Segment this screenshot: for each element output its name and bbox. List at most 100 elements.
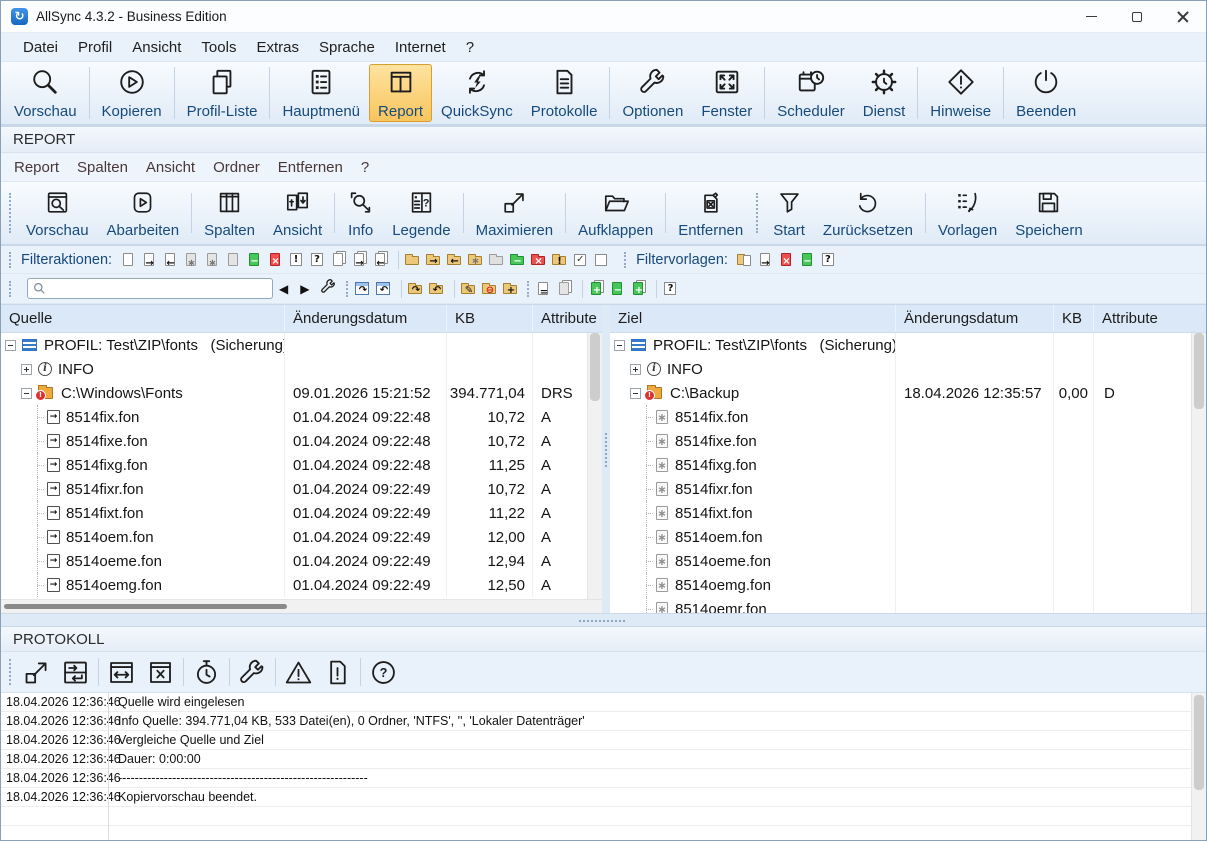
source-vertical-scrollbar[interactable]	[587, 333, 602, 599]
report-button[interactable]: Report	[369, 64, 432, 122]
tree-row[interactable]: PROFIL: Test\ZIP\fonts (Sicherung)	[1, 333, 587, 357]
minimize-button[interactable]	[1068, 1, 1114, 32]
filter-file-error-icon[interactable]: ×	[267, 251, 284, 269]
menu-profil[interactable]: Profil	[68, 36, 122, 59]
menu-datei[interactable]: Datei	[13, 36, 68, 59]
log-maximize-button[interactable]	[17, 656, 56, 689]
report-menu-ordner[interactable]: Ordner	[204, 156, 269, 179]
menu-ansicht[interactable]: Ansicht	[122, 36, 191, 59]
folder-add-icon[interactable]: +	[502, 280, 519, 298]
legende-button[interactable]: ? Legende	[383, 184, 459, 242]
tree-row[interactable]: iINFO	[1, 357, 587, 381]
column-header-kb[interactable]: KB	[446, 305, 532, 332]
tree-row[interactable]: 8514fixe.fon 01.04.2024 09:22:4810,72A	[1, 429, 587, 453]
expander-plus-icon[interactable]	[630, 364, 641, 375]
report-menu-report[interactable]: Report	[5, 156, 68, 179]
page-equal-icon[interactable]: =	[535, 280, 552, 298]
toolbar-grip[interactable]	[346, 281, 348, 297]
filter-file-new2-icon[interactable]: ∗	[204, 251, 221, 269]
pane-splitter[interactable]	[602, 305, 610, 613]
expander-minus-icon[interactable]	[5, 340, 16, 351]
column-header-attribute[interactable]: Attribute	[532, 305, 602, 332]
beenden-button[interactable]: Beenden	[1007, 64, 1085, 122]
profil-liste-button[interactable]: Profil-Liste	[178, 64, 267, 122]
tree-row[interactable]: 8514oeme.fon	[610, 549, 1191, 573]
window-redo-icon[interactable]: ↷	[354, 280, 371, 298]
tree-row[interactable]: C:\Windows\Fonts 09.01.2026 15:21:52394.…	[1, 381, 587, 405]
hauptmenu-button[interactable]: Hauptmenü	[273, 64, 369, 122]
target-vertical-scrollbar[interactable]	[1191, 333, 1206, 613]
entfernen-button[interactable]: Entfernen	[669, 184, 752, 242]
filter-checkbox-unchecked[interactable]	[593, 251, 610, 269]
aufklappen-button[interactable]: Aufklappen	[569, 184, 662, 242]
tree-row[interactable]: iINFO	[610, 357, 1191, 381]
spalten-button[interactable]: Spalten	[195, 184, 264, 242]
log-warnings-button[interactable]	[279, 656, 318, 689]
report-menu-help[interactable]: ?	[352, 156, 378, 179]
close-button[interactable]	[1160, 1, 1206, 32]
toolbar-grip[interactable]	[9, 252, 11, 268]
start-button[interactable]: Start	[764, 184, 814, 242]
tree-row[interactable]: 8514fixr.fon 01.04.2024 09:22:4910,72A	[1, 477, 587, 501]
expander-minus-icon[interactable]	[630, 388, 641, 399]
filter-folder-error-icon[interactable]: ×	[530, 251, 547, 269]
search-options-wrench-icon[interactable]	[315, 278, 342, 299]
page-green-remove-icon[interactable]: −	[609, 280, 626, 298]
filter-file-gray-icon[interactable]	[225, 251, 242, 269]
folder-edit-icon[interactable]: ✎	[460, 280, 477, 298]
tree-row[interactable]: 8514oemr.fon	[610, 597, 1191, 613]
column-header-aenderungsdatum[interactable]: Änderungsdatum	[284, 305, 446, 332]
filter-files-pair-right-icon[interactable]: →	[351, 251, 368, 269]
filter-files-pair-icon[interactable]	[330, 251, 347, 269]
tree-row[interactable]: 8514fixg.fon 01.04.2024 09:22:4811,25A	[1, 453, 587, 477]
tree-row[interactable]: 8514fixe.fon	[610, 429, 1191, 453]
toolbar-grip[interactable]	[527, 281, 529, 297]
horizontal-splitter[interactable]	[1, 613, 1206, 626]
info-button[interactable]: Info	[338, 184, 383, 242]
tree-row[interactable]: 8514fixg.fon	[610, 453, 1191, 477]
menu-sprache[interactable]: Sprache	[309, 36, 385, 59]
filter-file-exclamation-icon[interactable]: !	[288, 251, 305, 269]
quicksync-button[interactable]: QuickSync	[432, 64, 522, 122]
report-menu-ansicht[interactable]: Ansicht	[137, 156, 204, 179]
log-help-button[interactable]: ?	[364, 656, 403, 689]
column-header-kb[interactable]: KB	[1053, 305, 1093, 332]
filter-folder-left-icon[interactable]: ←	[446, 251, 463, 269]
dienst-button[interactable]: Dienst	[854, 64, 915, 122]
menu-tools[interactable]: Tools	[191, 36, 246, 59]
template-delete-icon[interactable]: ×	[778, 251, 795, 269]
menu-internet[interactable]: Internet	[385, 36, 456, 59]
column-header-aenderungsdatum[interactable]: Änderungsdatum	[895, 305, 1053, 332]
toolbar-grip[interactable]	[9, 281, 11, 297]
scheduler-button[interactable]: Scheduler	[768, 64, 854, 122]
column-header-quelle[interactable]: Quelle	[1, 305, 284, 332]
filter-folder-gray-icon[interactable]	[488, 251, 505, 269]
tree-row[interactable]: C:\Backup 18.04.2026 12:35:570,00D	[610, 381, 1191, 405]
zuruecksetzen-button[interactable]: Zurücksetzen	[814, 184, 922, 242]
filter-folder-right-icon[interactable]: →	[425, 251, 442, 269]
menu-help[interactable]: ?	[456, 36, 484, 59]
help-box-icon[interactable]: ?	[662, 280, 679, 298]
window-undo-icon[interactable]: ↶	[375, 280, 392, 298]
filter-checkbox-checked[interactable]	[572, 251, 589, 269]
search-prev-icon[interactable]: ◀	[273, 282, 294, 296]
log-window-switch-button[interactable]	[56, 656, 95, 689]
menu-extras[interactable]: Extras	[246, 36, 309, 59]
log-vertical-scrollbar[interactable]	[1191, 693, 1206, 840]
filter-folder-new-icon[interactable]: ∗	[467, 251, 484, 269]
maximize-button[interactable]	[1114, 1, 1160, 32]
search-next-icon[interactable]: ▶	[294, 282, 315, 296]
toolbar-grip[interactable]	[9, 193, 11, 233]
report-vorschau-button[interactable]: Vorschau	[17, 184, 98, 242]
template-question-icon[interactable]: ?	[820, 251, 837, 269]
pages-green-plus-icon[interactable]: +	[630, 280, 647, 298]
pages-copy-icon[interactable]	[556, 280, 573, 298]
template-apply-icon[interactable]: →	[757, 251, 774, 269]
toolbar-grip[interactable]	[9, 659, 11, 685]
template-ok-icon[interactable]: −	[799, 251, 816, 269]
filter-file-copy-right-icon[interactable]: →	[141, 251, 158, 269]
tree-row[interactable]: PROFIL: Test\ZIP\fonts (Sicherung)	[610, 333, 1191, 357]
toolbar-grip[interactable]	[624, 252, 626, 268]
tree-row[interactable]: 8514oemg.fon 01.04.2024 09:22:4912,50A	[1, 573, 587, 597]
fenster-button[interactable]: Fenster	[692, 64, 761, 122]
